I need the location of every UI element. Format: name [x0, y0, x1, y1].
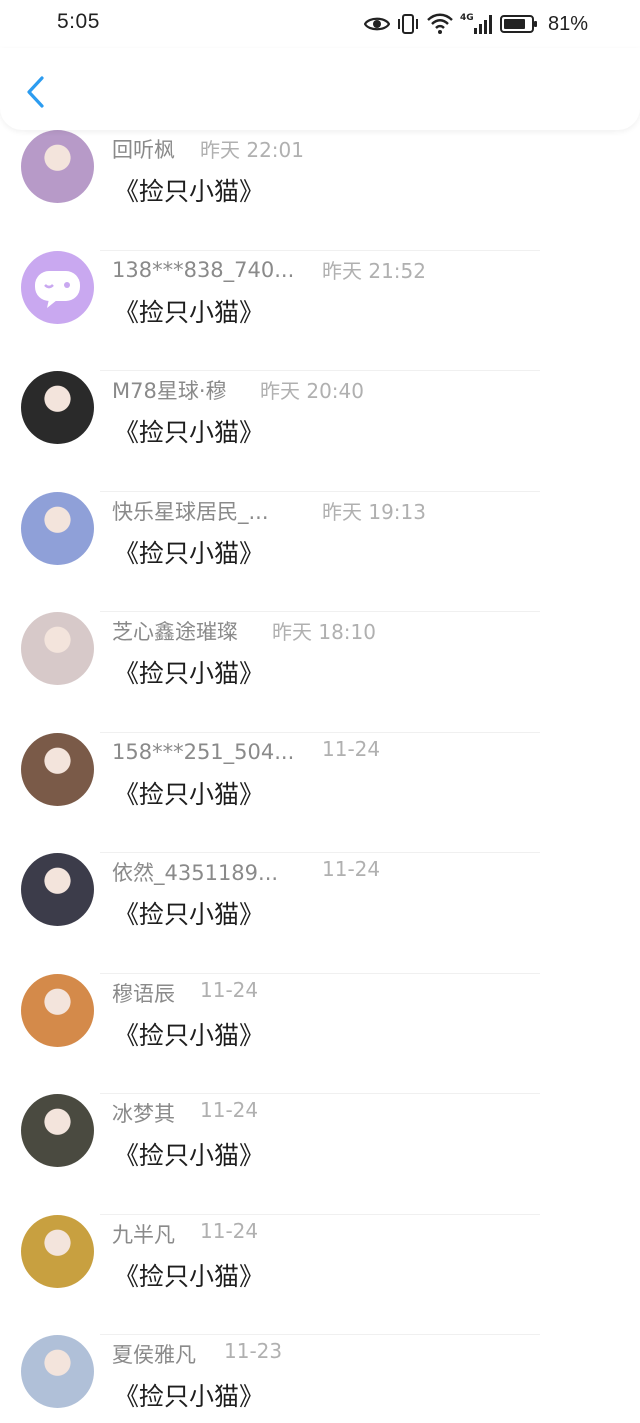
message-text: 《捡只小猫》: [114, 779, 265, 809]
nav-bar: [0, 48, 640, 130]
status-bar: 5:05 4G 81%: [0, 0, 640, 48]
sender-name[interactable]: 夏侯雅凡: [112, 1339, 196, 1369]
message-row[interactable]: 依然_4351189... 11-24 《捡只小猫》: [0, 853, 640, 974]
message-time: 昨天 20:40: [260, 379, 364, 403]
message-row[interactable]: 158***251_504... 11-24 《捡只小猫》: [0, 732, 640, 853]
status-icons: 4G 81%: [363, 10, 588, 38]
battery-percent: 81%: [547, 12, 588, 35]
sender-name[interactable]: 芝心鑫途璀璨: [112, 616, 238, 646]
avatar[interactable]: [21, 491, 94, 565]
message-text: 《捡只小猫》: [114, 1020, 265, 1050]
message-text: 《捡只小猫》: [114, 538, 265, 568]
sender-name[interactable]: 九半凡: [112, 1219, 175, 1249]
avatar[interactable]: [21, 612, 94, 685]
avatar[interactable]: [21, 853, 94, 926]
status-time: 5:05: [57, 10, 100, 33]
message-row[interactable]: 快乐星球居民_... 昨天 19:13 《捡只小猫》: [0, 491, 640, 612]
battery-icon: [499, 14, 538, 34]
sender-name[interactable]: 快乐星球居民_...: [112, 496, 269, 526]
message-row[interactable]: 夏侯雅凡 11-23 《捡只小猫》: [0, 1335, 640, 1423]
message-text: 《捡只小猫》: [114, 1382, 265, 1411]
signal-icon: 4G: [460, 12, 494, 36]
vibrate-icon: [396, 13, 420, 35]
sender-name[interactable]: M78星球·穆: [112, 375, 227, 405]
message-time: 11-23: [224, 1339, 283, 1363]
message-row[interactable]: 九半凡 11-24 《捡只小猫》: [0, 1214, 640, 1335]
eye-icon: [363, 15, 390, 33]
message-list: 回听枫 昨天 22:01 《捡只小猫》 138***838_740... 昨天 21:5…: [0, 130, 640, 1423]
avatar[interactable]: [21, 250, 94, 324]
chevron-left-icon: [24, 75, 46, 113]
sender-name[interactable]: 138***838_740...: [112, 258, 294, 282]
message-time: 昨天 21:52: [322, 258, 426, 283]
message-time: 昨天 19:13: [322, 499, 426, 524]
message-text: 《捡只小猫》: [114, 418, 265, 447]
message-row[interactable]: 回听枫 昨天 22:01 《捡只小猫》: [0, 130, 640, 251]
avatar[interactable]: [21, 973, 94, 1047]
message-time: 11-24: [200, 977, 259, 1002]
message-text: 《捡只小猫》: [114, 297, 265, 327]
back-button[interactable]: [18, 74, 52, 114]
svg-text:4G: 4G: [460, 13, 474, 23]
message-row[interactable]: 穆语辰 11-24 《捡只小猫》: [0, 973, 640, 1094]
message-row[interactable]: 138***838_740... 昨天 21:52 《捡只小猫》: [0, 250, 640, 371]
message-time: 昨天 22:01: [200, 138, 304, 162]
message-text: 《捡只小猫》: [114, 900, 265, 929]
message-text: 《捡只小猫》: [114, 1261, 265, 1291]
sender-name[interactable]: 158***251_504...: [112, 740, 294, 764]
wifi-icon: [426, 13, 454, 35]
sender-name[interactable]: 依然_4351189...: [112, 857, 278, 887]
message-time: 11-24: [322, 857, 381, 881]
message-row[interactable]: 冰梦其 11-24 《捡只小猫》: [0, 1094, 640, 1215]
message-text: 《捡只小猫》: [114, 177, 265, 206]
message-time: 11-24: [322, 736, 381, 761]
avatar[interactable]: [21, 371, 94, 444]
avatar[interactable]: [21, 732, 94, 806]
message-time: 11-24: [200, 1218, 259, 1243]
sender-name[interactable]: 回听枫: [112, 134, 175, 164]
message-row[interactable]: 芝心鑫途璀璨 昨天 18:10 《捡只小猫》: [0, 612, 640, 733]
sender-name[interactable]: 冰梦其: [112, 1098, 175, 1128]
avatar[interactable]: [21, 130, 94, 203]
message-row[interactable]: M78星球·穆 昨天 20:40 《捡只小猫》: [0, 371, 640, 492]
avatar[interactable]: [21, 1335, 94, 1408]
message-time: 昨天 18:10: [272, 620, 376, 644]
avatar[interactable]: [21, 1214, 94, 1288]
message-text: 《捡只小猫》: [114, 1141, 265, 1170]
avatar[interactable]: [21, 1094, 94, 1167]
sender-name[interactable]: 穆语辰: [112, 978, 175, 1008]
message-text: 《捡只小猫》: [114, 659, 265, 688]
message-time: 11-24: [200, 1098, 259, 1122]
